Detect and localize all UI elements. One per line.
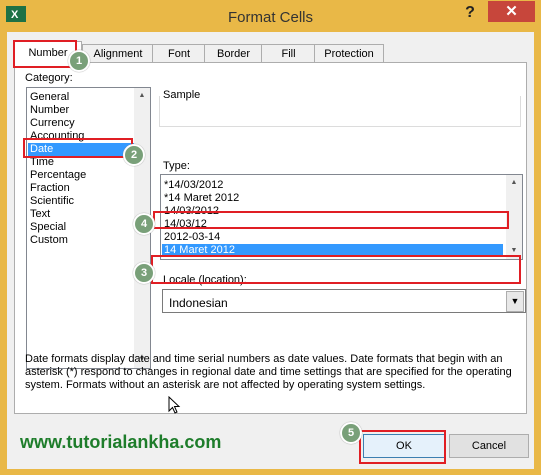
annotation-box-category <box>23 138 133 158</box>
category-item-text[interactable]: Text <box>30 208 50 221</box>
dialog-client-area: Number Alignment Font Border Fill Protec… <box>7 32 534 469</box>
annotation-badge-3: 3 <box>133 262 155 284</box>
type-label: Type: <box>163 160 190 172</box>
category-item-percentage[interactable]: Percentage <box>30 169 86 182</box>
format-description: Date formats display date and time seria… <box>25 353 512 391</box>
annotation-box-ok <box>359 430 446 464</box>
number-tab-panel: Category: General Number Currency Accoun… <box>14 62 527 414</box>
annotation-box-locale <box>151 255 521 284</box>
tab-protection[interactable]: Protection <box>314 44 384 63</box>
category-label: Category: <box>25 72 73 84</box>
category-item-number[interactable]: Number <box>30 104 69 117</box>
locale-dropdown[interactable]: Indonesian ▼ <box>162 289 526 313</box>
dialog-window: X Format Cells ? ✕ Number Alignment Font… <box>0 0 541 475</box>
annotation-box-type <box>153 211 509 229</box>
category-listbox[interactable]: General Number Currency Accounting Date … <box>26 87 151 369</box>
sample-box <box>159 96 521 127</box>
type-item[interactable]: *14 Maret 2012 <box>164 192 239 205</box>
scroll-up-arrow-icon[interactable]: ▲ <box>506 175 522 191</box>
type-item[interactable]: 2012-03-14 <box>164 231 220 244</box>
locale-value: Indonesian <box>169 296 228 310</box>
tab-border[interactable]: Border <box>204 44 263 63</box>
category-item-fraction[interactable]: Fraction <box>30 182 70 195</box>
title-bar[interactable]: X Format Cells ? ✕ <box>0 0 541 32</box>
category-item-special[interactable]: Special <box>30 221 66 234</box>
help-button[interactable]: ? <box>459 2 481 24</box>
tab-font[interactable]: Font <box>152 44 206 63</box>
type-item[interactable]: *14/03/2012 <box>164 179 223 192</box>
category-item-currency[interactable]: Currency <box>30 117 75 130</box>
annotation-badge-1: 1 <box>68 50 90 72</box>
tab-alignment[interactable]: Alignment <box>82 44 154 63</box>
category-item-general[interactable]: General <box>30 91 69 104</box>
category-item-scientific[interactable]: Scientific <box>30 195 74 208</box>
scroll-up-arrow-icon[interactable]: ▲ <box>134 88 150 104</box>
annotation-badge-2: 2 <box>123 144 145 166</box>
watermark-text: www.tutorialankha.com <box>20 432 222 452</box>
category-item-custom[interactable]: Custom <box>30 234 68 247</box>
tab-fill[interactable]: Fill <box>261 44 316 63</box>
chevron-down-icon[interactable]: ▼ <box>506 291 524 312</box>
mouse-cursor-icon <box>168 396 181 414</box>
annotation-badge-4: 4 <box>133 213 155 235</box>
annotation-badge-5: 5 <box>340 422 362 444</box>
cancel-button[interactable]: Cancel <box>449 434 529 458</box>
close-button[interactable]: ✕ <box>488 1 535 22</box>
